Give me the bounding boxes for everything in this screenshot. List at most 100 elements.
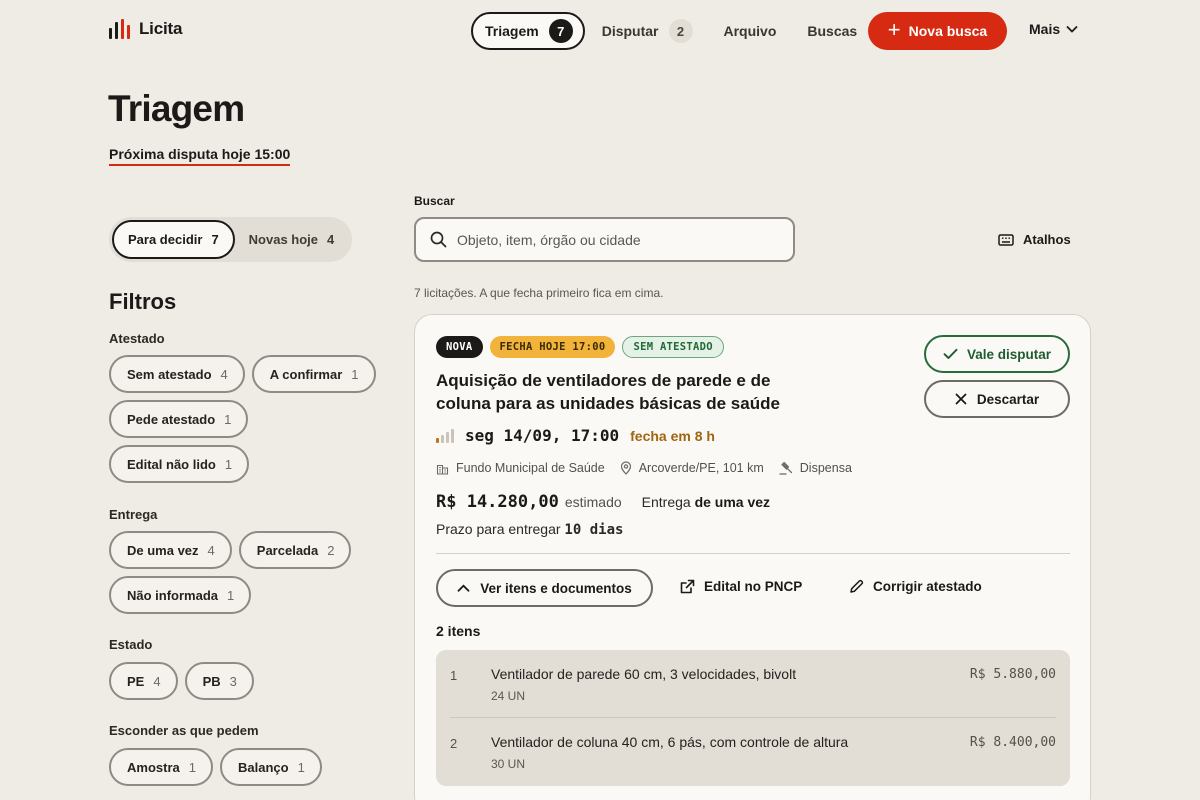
nav-item-label: Buscas (807, 23, 858, 39)
nav-item-arquivo[interactable]: Arquivo (724, 12, 777, 50)
date-row: seg 14/09, 17:00 fecha em 8 h (436, 426, 715, 445)
filter-chip-amostra[interactable]: Amostra 1 (109, 748, 213, 786)
item-number: 2 (450, 736, 458, 751)
map-pin-icon (620, 461, 631, 475)
more-menu-button[interactable]: Mais (1029, 21, 1078, 37)
plus-icon: + (887, 17, 901, 42)
chip-count: 2 (327, 542, 335, 558)
dispute-date: seg 14/09, 17:00 (465, 426, 620, 445)
decision-segment-control: Para decidir 7 Novas hoje 4 (109, 217, 352, 262)
building-icon (436, 464, 449, 475)
filter-group-esconder: Amostra 1 Balanço 1 (109, 748, 379, 786)
search-box[interactable] (414, 217, 795, 262)
filter-group-estado-label: Estado (109, 637, 153, 652)
filter-group-entrega: De uma vez 4 Parcelada 2 Não informada 1 (109, 531, 379, 614)
chevron-up-icon (457, 584, 470, 592)
tender-title: Aquisição de ventiladores de parede e de… (436, 371, 780, 413)
chip-label: Parcelada (256, 542, 319, 558)
toggle-items-label: Ver itens e documentos (480, 580, 632, 596)
notice-link[interactable]: Edital no PNCP (680, 579, 802, 594)
value-row: R$ 14.280,00 estimado Entrega de uma vez (436, 492, 770, 512)
segment-label: Novas hoje (248, 232, 319, 247)
filters-title: Filtros (109, 289, 177, 314)
filter-chip-parcelada[interactable]: Parcelada 2 (238, 531, 352, 569)
filter-group-entrega-label: Entrega (109, 507, 158, 522)
brand-logo[interactable]: Licita (109, 19, 182, 39)
closes-in: fecha em 8 h (630, 427, 715, 444)
filter-chip-pe[interactable]: PE 4 (109, 662, 178, 700)
chip-count: 4 (207, 542, 215, 558)
next-dispute-link[interactable]: Próxima disputa hoje 15:00 (109, 146, 291, 166)
card-divider (436, 553, 1070, 554)
filter-chip-sem-atestado[interactable]: Sem atestado 4 (109, 355, 245, 393)
more-label: Mais (1029, 21, 1061, 37)
delivery-info: Entrega de uma vez (642, 494, 770, 510)
fix-certificate-link[interactable]: Corrigir atestado (849, 579, 982, 594)
discard-label: Descartar (976, 391, 1040, 407)
item-price: R$ 5.880,00 (969, 667, 1056, 682)
chip-count: 1 (188, 759, 196, 775)
chip-label: Amostra (127, 759, 180, 775)
deadline-label: Prazo para entregar (436, 521, 561, 537)
filter-chip-balanco[interactable]: Balanço 1 (219, 748, 322, 786)
nav-item-disputar[interactable]: Disputar 2 (602, 12, 693, 50)
tender-card: NOVA FECHA HOJE 17:00 SEM ATESTADO Aquis… (414, 314, 1091, 800)
meta-row: Fundo Municipal de Saúde Arcoverde/PE, 1… (436, 461, 852, 475)
filter-chip-nao-informada[interactable]: Não informada 1 (109, 576, 252, 614)
filter-chip-pb[interactable]: PB 3 (184, 662, 254, 700)
shortcuts-label: Atalhos (1023, 232, 1071, 247)
agency-meta: Fundo Municipal de Saúde (436, 461, 605, 475)
chevron-down-icon (1066, 25, 1078, 33)
filter-chip-de-uma-vez[interactable]: De uma vez 4 (109, 531, 232, 569)
bar-chart-icon (109, 19, 130, 39)
location-text: Arcoverde/PE, 101 km (638, 461, 764, 475)
chip-count: 1 (297, 759, 305, 775)
tag-no-certificate: SEM ATESTADO (622, 336, 724, 358)
delivery-deadline: Prazo para entregar 10 dias (436, 521, 623, 538)
item-description: Ventilador de coluna 40 cm, 6 pás, com c… (491, 734, 849, 750)
discard-button[interactable]: Descartar (924, 380, 1070, 418)
close-icon (955, 393, 967, 405)
chip-label: Pede atestado (127, 411, 216, 427)
filter-chip-edital-nao-lido[interactable]: Edital não lido 1 (109, 445, 250, 483)
page-title: Triagem (108, 88, 245, 129)
filter-group-atestado-label: Atestado (109, 331, 165, 346)
chip-label: Sem atestado (127, 366, 212, 382)
gavel-icon (779, 461, 792, 475)
chip-count: 1 (351, 366, 359, 382)
results-note: 7 licitações. A que fecha primeiro fica … (414, 286, 664, 300)
segment-para-decidir[interactable]: Para decidir 7 (112, 220, 235, 259)
segment-label: Para decidir (128, 232, 203, 247)
chip-label: De uma vez (127, 542, 199, 558)
top-navigation: Licita Triagem 7 Disputar 2 Arquivo Busc… (0, 0, 1200, 62)
new-search-button[interactable]: + Nova busca (868, 12, 1007, 50)
segment-count: 7 (211, 232, 219, 247)
search-input[interactable] (457, 231, 777, 248)
agency-name: Fundo Municipal de Saúde (456, 461, 605, 475)
chip-label: PE (127, 673, 145, 689)
accept-button[interactable]: Vale disputar (924, 335, 1070, 373)
shortcuts-button[interactable]: Atalhos (998, 232, 1071, 247)
accept-label: Vale disputar (966, 346, 1052, 362)
items-count: 2 itens (436, 623, 481, 639)
filter-chip-a-confirmar[interactable]: A confirmar 1 (251, 355, 376, 393)
toggle-items-button[interactable]: Ver itens e documentos (436, 569, 653, 607)
main-nav: Triagem 7 Disputar 2 Arquivo Buscas (471, 12, 857, 50)
pencil-icon (850, 579, 864, 593)
chip-count: 1 (227, 587, 235, 603)
item-quantity: 30 UN (491, 757, 526, 771)
nav-item-label: Disputar (601, 23, 659, 39)
delivery-label: Entrega (641, 494, 691, 510)
search-label: Buscar (414, 194, 455, 208)
urgency-signal-icon (436, 428, 454, 443)
nav-item-label: Triagem (485, 23, 539, 39)
estimated-suffix: estimado (564, 494, 622, 510)
tag-list: NOVA FECHA HOJE 17:00 SEM ATESTADO (436, 336, 724, 358)
check-icon (943, 348, 958, 359)
fix-label: Corrigir atestado (873, 579, 982, 594)
segment-count: 4 (327, 232, 335, 247)
nav-item-triagem[interactable]: Triagem 7 (471, 12, 585, 50)
segment-novas-hoje[interactable]: Novas hoje 4 (235, 220, 349, 259)
nav-item-buscas[interactable]: Buscas (807, 12, 857, 50)
filter-chip-pede-atestado[interactable]: Pede atestado 1 (109, 400, 249, 438)
